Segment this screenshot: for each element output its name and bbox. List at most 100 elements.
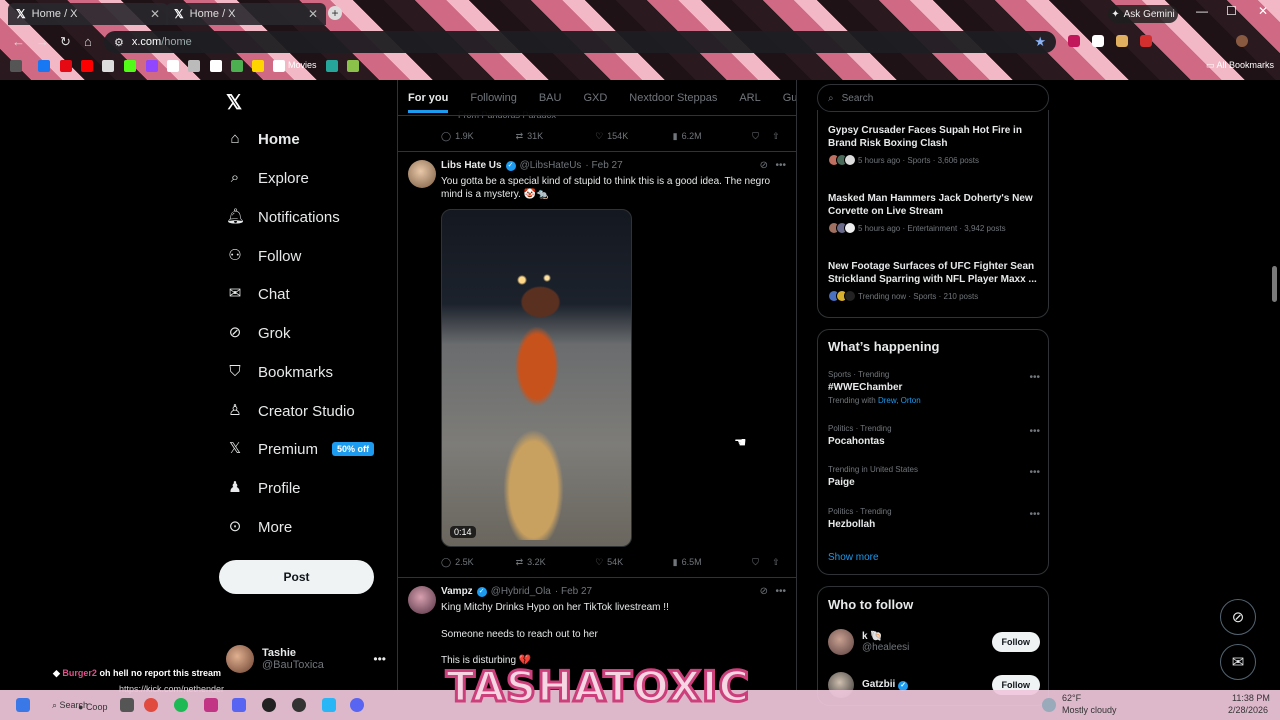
bookmark-site-icon[interactable]	[326, 60, 338, 72]
x-bookmark-icon[interactable]	[167, 60, 179, 72]
repost-button[interactable]: ⇄ 31K	[516, 131, 596, 142]
trend-item[interactable]: Politics · Trending Pocahontas •••	[828, 424, 1040, 447]
trend-item[interactable]: Politics · Trending Hezbollah •••	[828, 507, 1040, 530]
chrome-icon[interactable]	[144, 698, 158, 712]
movies-bookmark-icon[interactable]	[273, 60, 285, 72]
youtube-icon[interactable]	[81, 60, 93, 72]
more-dots-icon[interactable]: •••	[775, 586, 786, 597]
instagram-icon[interactable]	[204, 698, 218, 712]
trend-related-links[interactable]: Drew, Orton	[878, 396, 921, 405]
taskbar-app-icon[interactable]	[232, 698, 246, 712]
grok-icon[interactable]: ⊘	[760, 160, 768, 171]
nav-creator-studio[interactable]: ♙ Creator Studio	[226, 398, 354, 424]
nav-profile[interactable]: ♟ Profile	[226, 475, 300, 501]
reply-button[interactable]: ◯ 1.9K	[441, 131, 516, 142]
nav-follow[interactable]: ⚇ Follow	[226, 243, 301, 269]
tab-nextdoor-steppas[interactable]: Nextdoor Steppas	[629, 92, 717, 104]
extension-icon[interactable]	[1092, 35, 1104, 47]
grok-fab-button[interactable]: ⊘	[1220, 599, 1256, 635]
bookmark-site-icon[interactable]	[231, 60, 243, 72]
bookmark-site-icon[interactable]	[188, 60, 200, 72]
home-browser-icon[interactable]: ⌂	[84, 34, 92, 49]
apps-icon[interactable]	[10, 60, 22, 72]
close-window-icon[interactable]: ✕	[1258, 4, 1268, 18]
show-more-link[interactable]: Show more	[828, 552, 879, 563]
windows-start-icon[interactable]	[16, 698, 30, 712]
bookmark-site-icon[interactable]	[210, 60, 222, 72]
facebook-icon[interactable]	[38, 60, 50, 72]
author-handle[interactable]: @Hybrid_Ola	[491, 586, 551, 597]
all-bookmarks[interactable]: ▭ All Bookmarks	[1206, 60, 1274, 71]
nav-more[interactable]: ⊙ More	[226, 514, 292, 540]
x-logo[interactable]: 𝕏	[226, 90, 242, 115]
nav-chat[interactable]: ✉ Chat	[226, 281, 290, 307]
tab-for-you[interactable]: For you	[408, 92, 449, 113]
ask-gemini-button[interactable]: ✦ Ask Gemini	[1108, 5, 1178, 23]
tab-bau[interactable]: BAU	[539, 92, 562, 104]
views-button[interactable]: ▮ 6.5M	[673, 557, 753, 568]
back-icon[interactable]: ←	[12, 34, 25, 49]
profile-avatar-icon[interactable]	[1236, 35, 1248, 47]
discord-icon[interactable]	[350, 698, 364, 712]
nav-notifications[interactable]: 🔔︎ Notifications	[226, 204, 340, 230]
more-dots-icon[interactable]: •••	[373, 652, 386, 666]
account-switcher[interactable]: Tashie @BauToxica •••	[226, 642, 386, 676]
bookmark-site-icon[interactable]	[347, 60, 359, 72]
post-button[interactable]: Post	[219, 560, 374, 594]
site-info-icon[interactable]: ⚙	[114, 36, 124, 49]
obs-icon[interactable]	[292, 698, 306, 712]
follow-suggestion[interactable]: k 🐚 @healeesi Follow	[828, 627, 1040, 657]
news-item[interactable]: Masked Man Hammers Jack Doherty's New Co…	[828, 192, 1040, 234]
post-date[interactable]: · Feb 27	[555, 586, 592, 597]
post-libshateus[interactable]: Libs Hate Us ✓ @LibsHateUs · Feb 27 ⊘ ••…	[398, 152, 796, 577]
messages-fab-button[interactable]: ✉	[1220, 644, 1256, 680]
twitch-icon[interactable]	[146, 60, 158, 72]
news-item[interactable]: New Footage Surfaces of UFC Fighter Sean…	[828, 260, 1040, 302]
nav-home[interactable]: ⌂ Home	[226, 126, 299, 152]
avatar[interactable]	[408, 160, 436, 188]
browser-tab-2[interactable]: 𝕏 Home / X ✕	[166, 3, 326, 25]
tab-close-icon[interactable]: ✕	[308, 7, 318, 21]
more-dots-icon[interactable]: •••	[1029, 467, 1040, 478]
tab-arl[interactable]: ARL	[739, 92, 760, 104]
extension-icon[interactable]	[1068, 35, 1080, 47]
like-button[interactable]: ♡ 154K	[595, 131, 673, 142]
clock-time[interactable]: 11:38 PM	[1232, 693, 1270, 703]
weather-temp[interactable]: 62°F	[1062, 693, 1081, 703]
bookmark-star-icon[interactable]: ★	[1034, 34, 1046, 50]
movies-bookmark[interactable]: Movies	[288, 60, 317, 70]
netflix-icon[interactable]	[60, 60, 72, 72]
bookmark-site-icon[interactable]	[102, 60, 114, 72]
extension-icon[interactable]	[1116, 35, 1128, 47]
page-scrollbar[interactable]	[1272, 266, 1277, 302]
views-button[interactable]: ▮ 6.2M	[673, 131, 753, 142]
search-input[interactable]: ⌕ Search	[817, 84, 1049, 112]
repost-button[interactable]: ⇄ 3.2K	[516, 557, 596, 568]
taskbar-app-icon[interactable]	[262, 698, 276, 712]
tab-close-icon[interactable]: ✕	[150, 7, 160, 21]
post-video[interactable]: 0:14	[441, 209, 632, 547]
taskbar-coop[interactable]: ● Coop	[78, 702, 107, 712]
post-date[interactable]: · Feb 27	[585, 160, 622, 171]
extension-icon[interactable]	[1140, 35, 1152, 47]
author-name[interactable]: Vampz	[441, 586, 473, 597]
author-name[interactable]: Libs Hate Us	[441, 160, 502, 171]
nav-premium[interactable]: 𝕏 Premium 50% off	[226, 436, 375, 462]
url-bar[interactable]: ⚙ x.com/home ★	[104, 31, 1056, 53]
kick-icon[interactable]	[124, 60, 136, 72]
reply-button[interactable]: ◯ 2.5K	[441, 557, 516, 568]
bookmark-site-icon[interactable]	[252, 60, 264, 72]
spotify-icon[interactable]	[174, 698, 188, 712]
forward-icon[interactable]: →	[36, 34, 49, 49]
like-button[interactable]: ♡ 54K	[595, 557, 673, 568]
tab-gunk[interactable]: Gunk	[783, 92, 796, 104]
tab-gxd[interactable]: GXD	[583, 92, 607, 104]
avatar[interactable]	[408, 586, 436, 614]
news-item[interactable]: Gypsy Crusader Faces Supah Hot Fire in B…	[828, 124, 1040, 166]
more-dots-icon[interactable]: •••	[1029, 509, 1040, 520]
nav-grok[interactable]: ⊘ Grok	[226, 320, 291, 346]
trend-item[interactable]: Trending in United States Paige •••	[828, 465, 1040, 488]
weather-icon[interactable]	[1042, 698, 1056, 712]
avatar[interactable]	[828, 629, 854, 655]
bookmark-post-icon[interactable]: ⛉	[752, 131, 772, 142]
